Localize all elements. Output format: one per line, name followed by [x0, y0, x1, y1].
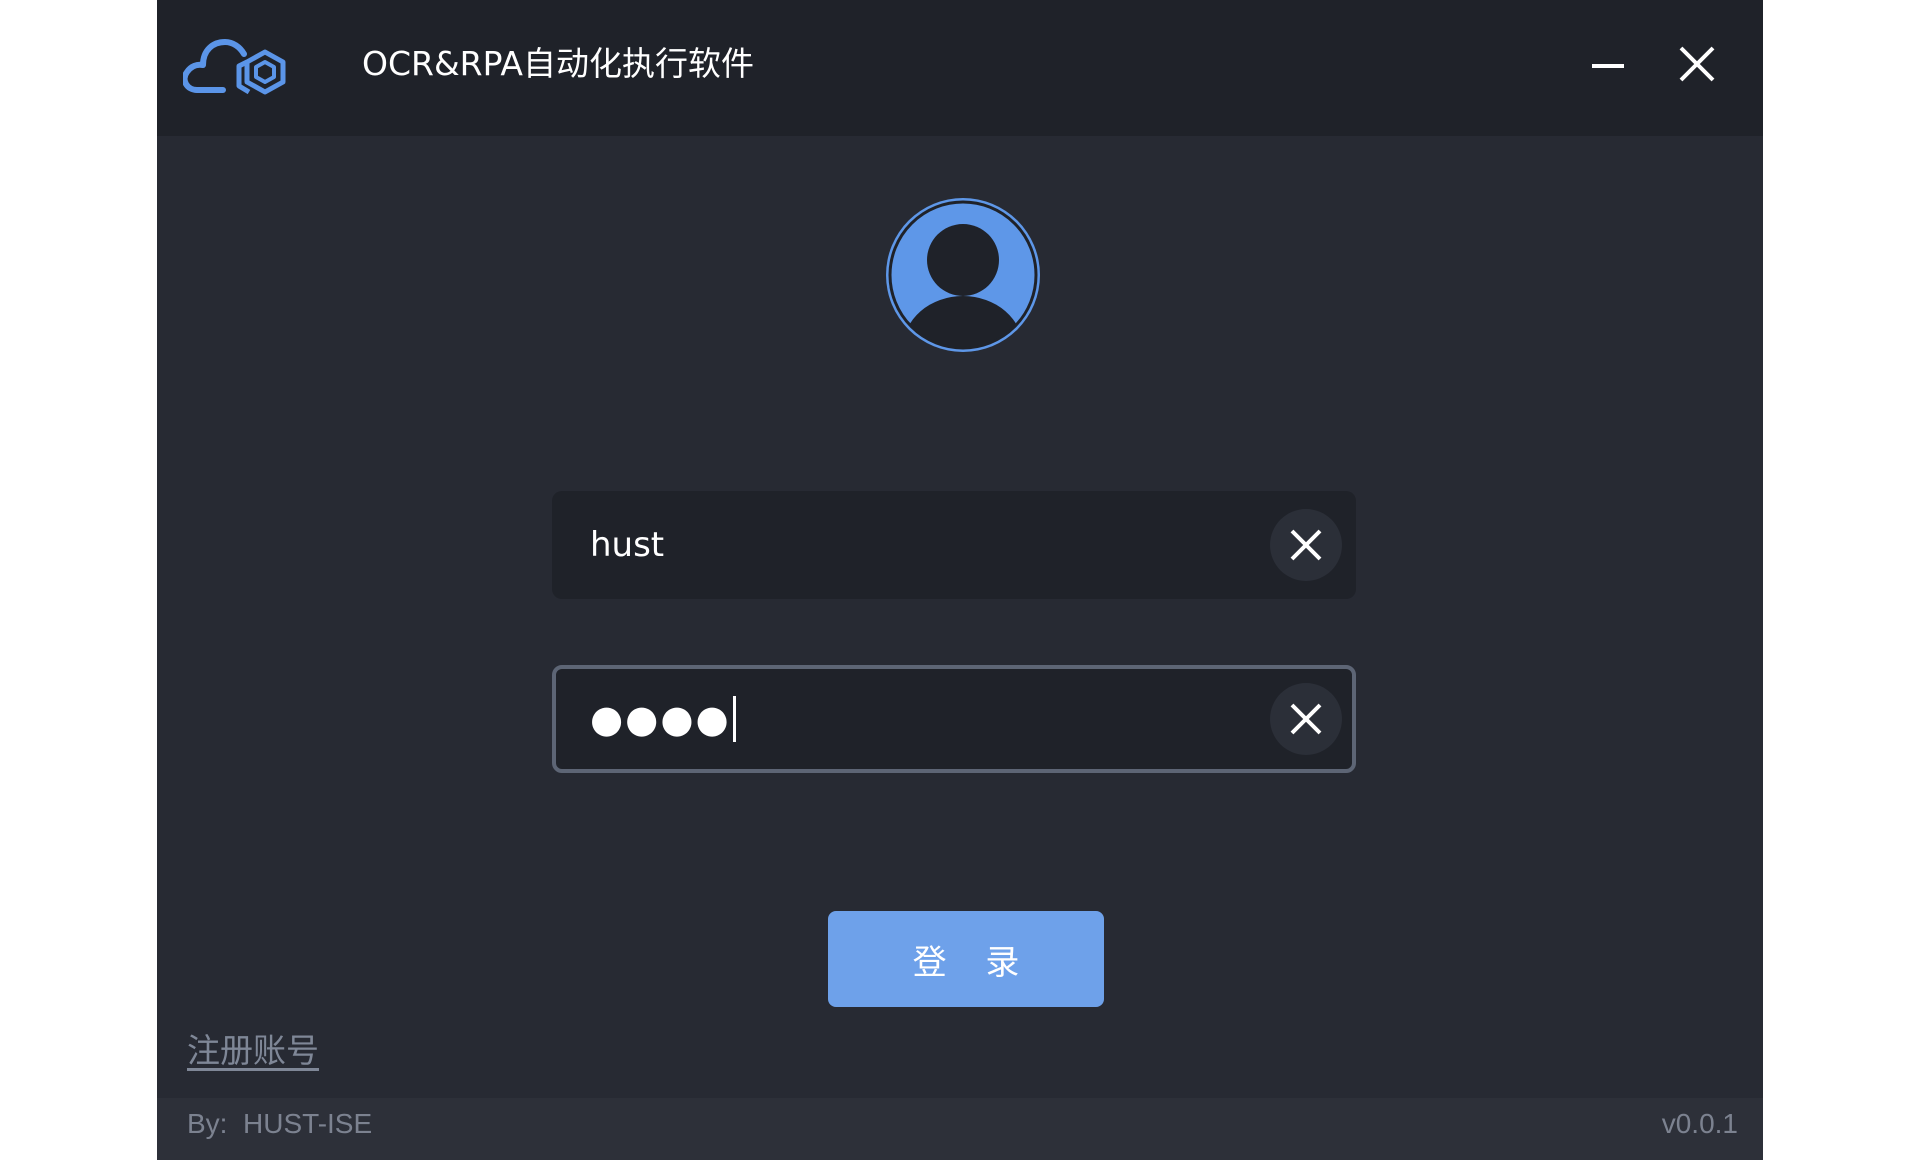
username-clear-button[interactable] — [1270, 509, 1342, 581]
text-caret — [732, 696, 736, 742]
password-input[interactable]: ●●●● — [590, 669, 736, 769]
cloud-hexagon-logo-icon — [183, 39, 286, 95]
login-window: OCR&RPA自动化执行软件 hust ●●●● 登 录 注册账号 By: HU… — [157, 0, 1763, 1160]
close-button[interactable] — [1673, 40, 1721, 88]
minimize-icon — [1592, 64, 1624, 68]
version-label: v0.0.1 — [1661, 1108, 1738, 1139]
password-field[interactable]: ●●●● — [552, 665, 1356, 773]
register-account-link[interactable]: 注册账号 — [187, 1024, 319, 1072]
password-clear-button[interactable] — [1270, 683, 1342, 755]
clear-icon — [1290, 703, 1322, 735]
user-avatar-icon — [886, 198, 1040, 352]
minimize-button[interactable] — [1584, 40, 1632, 88]
status-footer: By: HUST-ISE v0.0.1 — [157, 1098, 1763, 1160]
author-credit: By: HUST-ISE — [187, 1108, 373, 1139]
username-field[interactable]: hust — [552, 491, 1356, 599]
window-title: OCR&RPA自动化执行软件 — [362, 44, 754, 83]
username-input[interactable]: hust — [590, 491, 664, 599]
title-bar[interactable]: OCR&RPA自动化执行软件 — [157, 0, 1763, 136]
clear-icon — [1290, 529, 1322, 561]
password-mask: ●●●● — [590, 697, 731, 741]
close-icon — [1679, 46, 1715, 82]
login-button[interactable]: 登 录 — [828, 911, 1104, 1007]
